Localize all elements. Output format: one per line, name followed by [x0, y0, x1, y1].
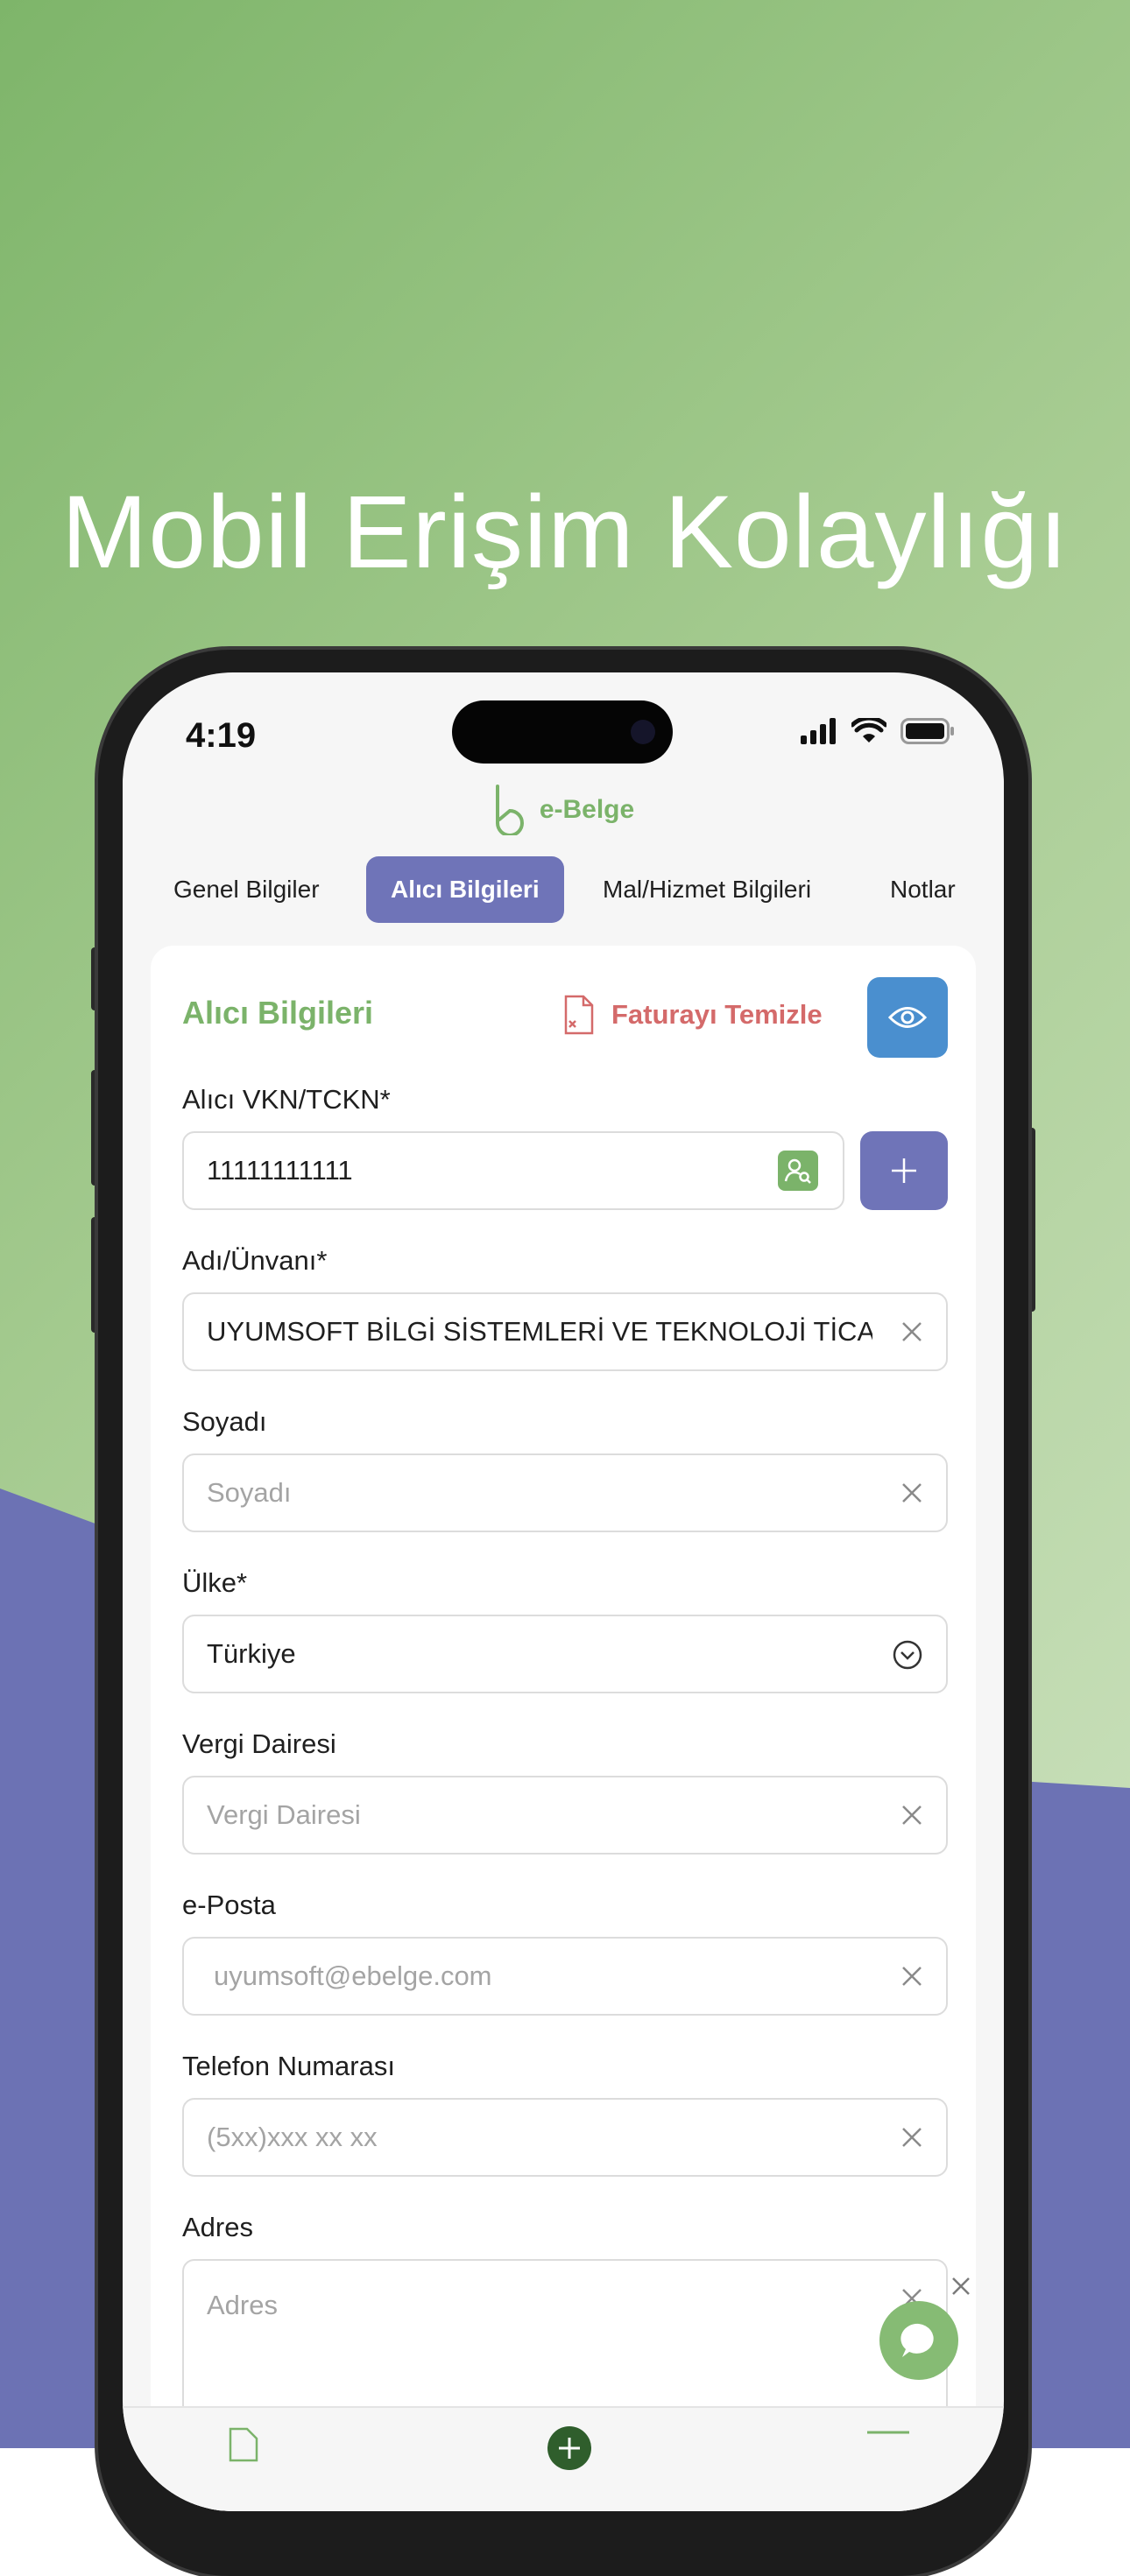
person-search-button[interactable]: [778, 1151, 818, 1191]
surname-placeholder: Soyadı: [207, 1477, 292, 1508]
phone-placeholder: (5xx)xxx xx xx: [207, 2122, 378, 2152]
address-placeholder: Adres: [207, 2290, 278, 2320]
form-card: Alıcı Bilgileri Faturayı Temizle Alıcı V…: [151, 946, 976, 2511]
country-select[interactable]: Türkiye: [182, 1615, 948, 1693]
headline: Mobil Erişim Kolaylığı: [61, 475, 1069, 590]
tax-office-input[interactable]: Vergi Dairesi: [182, 1776, 948, 1855]
tax-office-label: Vergi Dairesi: [182, 1728, 336, 1759]
tab-genel-bilgiler[interactable]: Genel Bilgiler: [173, 856, 320, 923]
name-input[interactable]: UYUMSOFT BİLGİ SİSTEMLERİ VE TEKNOLOJİ T…: [182, 1292, 948, 1371]
vkn-label: Alıcı VKN/TCKN*: [182, 1084, 391, 1115]
tab-bar: Genel Bilgiler Alıcı Bilgileri Mal/Hizme…: [123, 856, 1004, 923]
app-logo: e-Belge: [123, 785, 1004, 835]
clear-icon[interactable]: [902, 1805, 922, 1825]
tab-notlar[interactable]: Notlar: [890, 856, 956, 923]
chat-button[interactable]: [879, 2301, 958, 2380]
e-belge-logo-icon: [495, 785, 524, 835]
clear-icon[interactable]: [902, 2128, 922, 2147]
address-label: Adres: [182, 2212, 253, 2242]
chevron-down-icon: [893, 1640, 922, 1670]
dynamic-island: [452, 700, 673, 764]
phone-screen: 4:19 e-Belge Genel Bilgiler Alıcı Bilgil…: [123, 672, 1004, 2511]
status-time: 4:19: [186, 716, 257, 755]
clear-icon[interactable]: [902, 1967, 922, 1986]
document-icon[interactable]: [228, 2427, 259, 2462]
plus-icon: [892, 1158, 916, 1183]
clear-icon[interactable]: [902, 1483, 922, 1503]
email-label: e-Posta: [182, 1890, 276, 1920]
preview-button[interactable]: [867, 977, 948, 1058]
tab-alici-bilgileri[interactable]: Alıcı Bilgileri: [366, 856, 564, 923]
country-value: Türkiye: [207, 1638, 296, 1669]
form-title: Alıcı Bilgileri: [182, 995, 374, 1031]
logo-text: e-Belge: [539, 795, 635, 824]
bottom-tab-bar: [123, 2406, 1004, 2511]
vkn-input[interactable]: 11111111111: [182, 1131, 844, 1210]
country-label: Ülke*: [182, 1567, 248, 1598]
battery-icon: [900, 718, 954, 744]
name-label: Adı/Ünvanı*: [182, 1245, 328, 1276]
clear-invoice-button[interactable]: Faturayı Temizle: [562, 995, 823, 1035]
clear-invoice-label: Faturayı Temizle: [611, 999, 823, 1030]
phone-label: Telefon Numarası: [182, 2051, 395, 2081]
person-search-icon: [784, 1158, 811, 1184]
wifi-icon: [851, 718, 886, 743]
eye-icon: [888, 1007, 927, 1028]
menu-icon[interactable]: [867, 2431, 909, 2457]
document-clear-icon: [564, 995, 594, 1035]
close-icon[interactable]: [951, 2277, 971, 2296]
surname-label: Soyadı: [182, 1406, 267, 1437]
clear-icon[interactable]: [902, 1322, 922, 1341]
surname-input[interactable]: Soyadı: [182, 1453, 948, 1532]
tab-mal-hizmet-bilgileri[interactable]: Mal/Hizmet Bilgileri: [603, 856, 811, 923]
add-recipient-button[interactable]: [860, 1131, 948, 1210]
phone-input[interactable]: (5xx)xxx xx xx: [182, 2098, 948, 2177]
tax-office-placeholder: Vergi Dairesi: [207, 1799, 361, 1830]
status-icons: [801, 718, 955, 744]
email-placeholder: uyumsoft@ebelge.com: [214, 1960, 492, 1991]
signal-icon: [801, 718, 836, 744]
name-value: UYUMSOFT BİLGİ SİSTEMLERİ VE TEKNOLOJİ T…: [207, 1316, 872, 1347]
add-icon[interactable]: [547, 2425, 592, 2471]
chat-bubble-icon: [900, 2323, 934, 2357]
vkn-value: 11111111111: [207, 1155, 353, 1186]
email-input[interactable]: uyumsoft@ebelge.com: [182, 1937, 948, 2016]
